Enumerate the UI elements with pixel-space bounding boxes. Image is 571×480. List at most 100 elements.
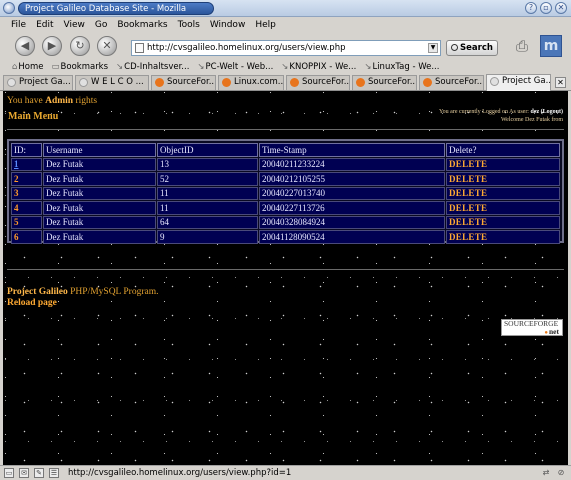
row-timestamp: 20040328084924 — [259, 215, 445, 229]
login-prefix: You are currently Logged on As user: — [438, 109, 529, 115]
tab-favicon — [356, 78, 365, 87]
reload-page-link[interactable]: Reload page — [7, 298, 57, 308]
row-timestamp: 20041128090524 — [259, 230, 445, 244]
delete-link[interactable]: DELETE — [446, 172, 560, 186]
bookmark-icon: ↘ — [197, 62, 205, 72]
rights-role: Admin — [45, 96, 74, 106]
divider-bottom — [7, 269, 564, 270]
tab-bar: Project Ga... W E L C O ... SourceFor...… — [0, 74, 571, 91]
row-id-link[interactable]: 1 — [11, 157, 42, 171]
row-id-link[interactable]: 3 — [11, 186, 42, 200]
tab-label: SourceFor... — [435, 77, 484, 87]
folder-icon: ▭ — [51, 62, 60, 72]
url-bar[interactable]: ▼ — [131, 40, 441, 56]
tab-label: SourceFor... — [368, 77, 417, 87]
tab-2[interactable]: W E L C O ... — [75, 75, 149, 90]
table-row: 4 Dez Futak 11 20040227113726 DELETE — [11, 201, 560, 215]
sourceforge-logo-net: net — [504, 328, 562, 337]
tab-7[interactable]: SourceFor... — [419, 75, 484, 90]
table-row: 5 Dez Futak 64 20040328084924 DELETE — [11, 215, 560, 229]
window-title: Project Galileo Database Site - Mozilla — [25, 4, 187, 14]
bookmark-icon: ↘ — [116, 62, 124, 72]
row-username: Dez Futak — [43, 172, 156, 186]
footer-rest: PHP/MySQL Program. — [70, 287, 159, 297]
bookmark-home[interactable]: ⌂Home — [12, 62, 44, 72]
close-window-button[interactable]: ✕ — [555, 2, 567, 14]
row-object-id: 9 — [157, 230, 258, 244]
title-bar: Project Galileo Database Site - Mozilla … — [0, 0, 571, 17]
login-info: You are currently Logged on As user: dez… — [439, 108, 563, 124]
row-username: Dez Futak — [43, 215, 156, 229]
entries-table: ID: Username ObjectID Time-Stamp Delete?… — [10, 142, 561, 245]
online-status-icon[interactable]: ⇄ — [541, 468, 551, 478]
url-dropdown-icon[interactable]: ▼ — [428, 43, 438, 53]
home-icon: ⌂ — [12, 62, 18, 72]
table-row: 6 Dez Futak 9 20041128090524 DELETE — [11, 230, 560, 244]
help-window-button[interactable]: ? — [525, 2, 537, 14]
menu-tools[interactable]: Tools — [178, 20, 200, 30]
menu-edit[interactable]: Edit — [36, 20, 53, 30]
tab-1[interactable]: Project Ga... — [3, 75, 73, 90]
delete-link[interactable]: DELETE — [446, 157, 560, 171]
menu-window[interactable]: Window — [210, 20, 246, 30]
forward-arrow-icon[interactable]: ▶ — [42, 36, 62, 56]
menu-bookmarks[interactable]: Bookmarks — [117, 20, 167, 30]
welcome-text: Welcome Dez Futak from — [501, 117, 563, 123]
mozilla-throbber-icon[interactable]: m — [540, 35, 562, 57]
row-id-link[interactable]: 6 — [11, 230, 42, 244]
navigator-icon[interactable]: ▭ — [4, 468, 14, 478]
main-menu-link[interactable]: Main Menu — [8, 111, 58, 122]
composer-icon[interactable]: ✎ — [34, 468, 44, 478]
print-icon[interactable]: ⎙ — [512, 36, 532, 56]
tab-label: Project Ga... — [19, 77, 71, 87]
url-input[interactable] — [147, 42, 417, 54]
security-lock-icon[interactable]: ⊘ — [556, 468, 566, 478]
table-row: 1 Dez Futak 13 20040211233224 DELETE — [11, 157, 560, 171]
tab-4[interactable]: Linux.com... — [218, 75, 284, 90]
address-book-icon[interactable]: ☰ — [49, 468, 59, 478]
menu-go[interactable]: Go — [95, 20, 107, 30]
row-id-link[interactable]: 2 — [11, 172, 42, 186]
mail-icon[interactable]: ✉ — [19, 468, 29, 478]
rights-text: You have Admin rights — [7, 96, 97, 106]
footer-text: Project Galileo PHP/MySQL Program. — [7, 287, 158, 297]
maximize-window-button[interactable]: ▫ — [540, 2, 552, 14]
tab-5[interactable]: SourceFor... — [286, 75, 350, 90]
bookmark-icon: ↘ — [364, 62, 372, 72]
menu-file[interactable]: File — [11, 20, 26, 30]
row-id-link[interactable]: 5 — [11, 215, 42, 229]
navigation-toolbar: ◀ ▶ ↻ ✕ ▼ Search ⎙ m — [0, 32, 571, 60]
tab-3[interactable]: SourceFor... — [151, 75, 216, 90]
tab-favicon — [290, 78, 299, 87]
search-button[interactable]: Search — [446, 40, 498, 56]
row-id-link[interactable]: 4 — [11, 201, 42, 215]
bookmark-bookmarks-label: Bookmarks — [60, 62, 109, 72]
tab-8-active[interactable]: Project Ga... — [486, 74, 551, 91]
stop-icon[interactable]: ✕ — [97, 36, 117, 56]
logout-link[interactable]: (Logout) — [541, 109, 563, 115]
tab-label: SourceFor... — [167, 77, 216, 87]
reload-icon[interactable]: ↻ — [70, 36, 90, 56]
row-username: Dez Futak — [43, 157, 156, 171]
row-username: Dez Futak — [43, 201, 156, 215]
delete-link[interactable]: DELETE — [446, 186, 560, 200]
close-tab-icon[interactable]: ✕ — [555, 77, 566, 88]
table-row: 3 Dez Futak 11 20040227013740 DELETE — [11, 186, 560, 200]
menu-help[interactable]: Help — [255, 20, 276, 30]
tab-6[interactable]: SourceFor... — [352, 75, 417, 90]
bookmark-cd-inhalt[interactable]: ↘CD-Inhaltsver... — [116, 62, 189, 72]
tab-favicon — [7, 78, 16, 87]
delete-link[interactable]: DELETE — [446, 215, 560, 229]
bookmark-bookmarks[interactable]: ▭Bookmarks — [52, 62, 109, 72]
bookmark-pc-welt[interactable]: ↘PC-Welt - Web... — [197, 62, 273, 72]
bookmark-linuxtag[interactable]: ↘LinuxTag - We... — [364, 62, 439, 72]
tab-label: SourceFor... — [302, 77, 350, 87]
sourceforge-logo[interactable]: SOURCEFORGE net — [501, 319, 563, 336]
back-arrow-icon[interactable]: ◀ — [15, 36, 35, 56]
row-object-id: 52 — [157, 172, 258, 186]
window-menu-icon[interactable] — [3, 2, 15, 14]
menu-view[interactable]: View — [64, 20, 85, 30]
delete-link[interactable]: DELETE — [446, 230, 560, 244]
delete-link[interactable]: DELETE — [446, 201, 560, 215]
bookmark-knoppix[interactable]: ↘KNOPPIX - We... — [281, 62, 356, 72]
